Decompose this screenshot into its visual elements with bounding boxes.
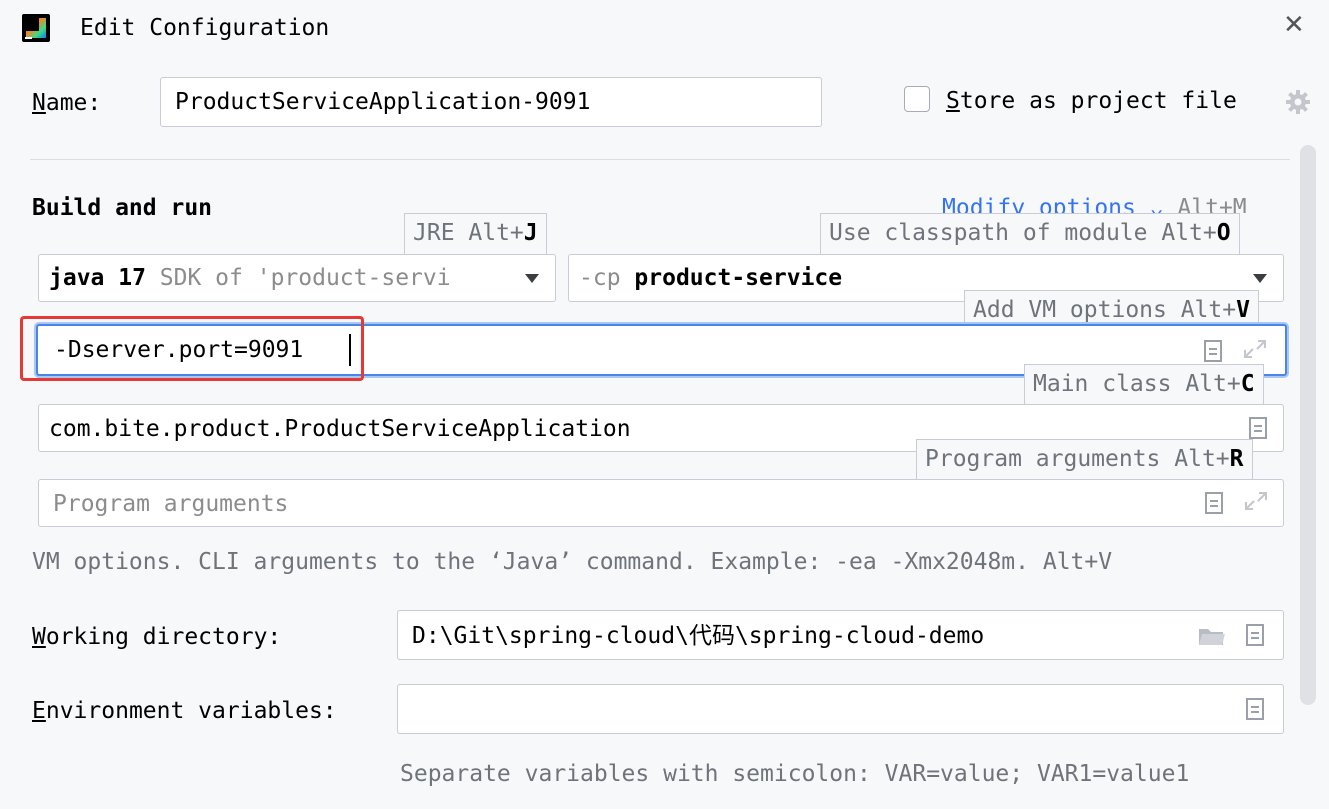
tooltip-main-class: Main class Alt+C <box>1024 364 1264 406</box>
working-directory-input[interactable]: D:\Git\spring-cloud\代码\spring-cloud-demo <box>397 610 1284 660</box>
gear-icon[interactable] <box>1284 88 1312 116</box>
intellij-app-icon <box>22 14 50 42</box>
environment-variables-input[interactable] <box>397 684 1284 734</box>
store-as-project-file-checkbox[interactable] <box>904 86 930 112</box>
name-value: ProductServiceApplication-9091 <box>175 89 591 115</box>
working-directory-label: Working directory: <box>32 624 282 650</box>
document-icon[interactable] <box>1246 624 1264 646</box>
document-icon[interactable] <box>1205 492 1223 514</box>
document-icon[interactable] <box>1249 417 1267 439</box>
tooltip-classpath: Use classpath of module Alt+O <box>820 213 1240 255</box>
expand-icon[interactable] <box>1243 490 1269 512</box>
expand-icon[interactable] <box>1242 338 1268 360</box>
document-icon[interactable] <box>1246 698 1264 720</box>
separator <box>30 159 1290 160</box>
working-directory-value: D:\Git\spring-cloud\代码\spring-cloud-demo <box>412 623 985 649</box>
close-icon[interactable]: ✕ <box>1283 10 1305 40</box>
chevron-down-icon: ⌄ <box>1135 195 1178 213</box>
main-class-value: com.bite.product.ProductServiceApplicati… <box>49 416 631 442</box>
folder-icon[interactable] <box>1198 625 1226 647</box>
highlight-box <box>20 316 364 381</box>
name-input[interactable]: ProductServiceApplication-9091 <box>160 77 822 127</box>
program-arguments-placeholder: Program arguments <box>53 491 289 517</box>
section-title: Build and run <box>32 195 213 221</box>
window-title: Edit Configuration <box>80 15 330 41</box>
document-icon[interactable] <box>1204 340 1222 362</box>
dropdown-arrow-icon <box>1253 274 1267 283</box>
environment-variables-label: Environment variables: <box>32 698 337 724</box>
environment-variables-hint: Separate variables with semicolon: VAR=v… <box>400 761 1190 787</box>
tooltip-jre: JRE Alt+J <box>404 213 547 255</box>
store-as-project-file-label[interactable]: Store as project file <box>946 86 1237 116</box>
dropdown-arrow-icon <box>525 274 539 283</box>
program-arguments-input[interactable]: Program arguments <box>38 479 1284 527</box>
vm-options-hint: VM options. CLI arguments to the ‘Java’ … <box>32 549 1113 575</box>
jre-select[interactable]: java 17 SDK of 'product-servi <box>38 254 556 302</box>
tooltip-program-arguments: Program arguments Alt+R <box>916 439 1253 481</box>
modify-options-link[interactable]: Modify options ⌄ Alt+M <box>942 193 1247 213</box>
name-label: Name: <box>32 90 102 116</box>
vertical-scrollbar[interactable] <box>1300 145 1316 705</box>
